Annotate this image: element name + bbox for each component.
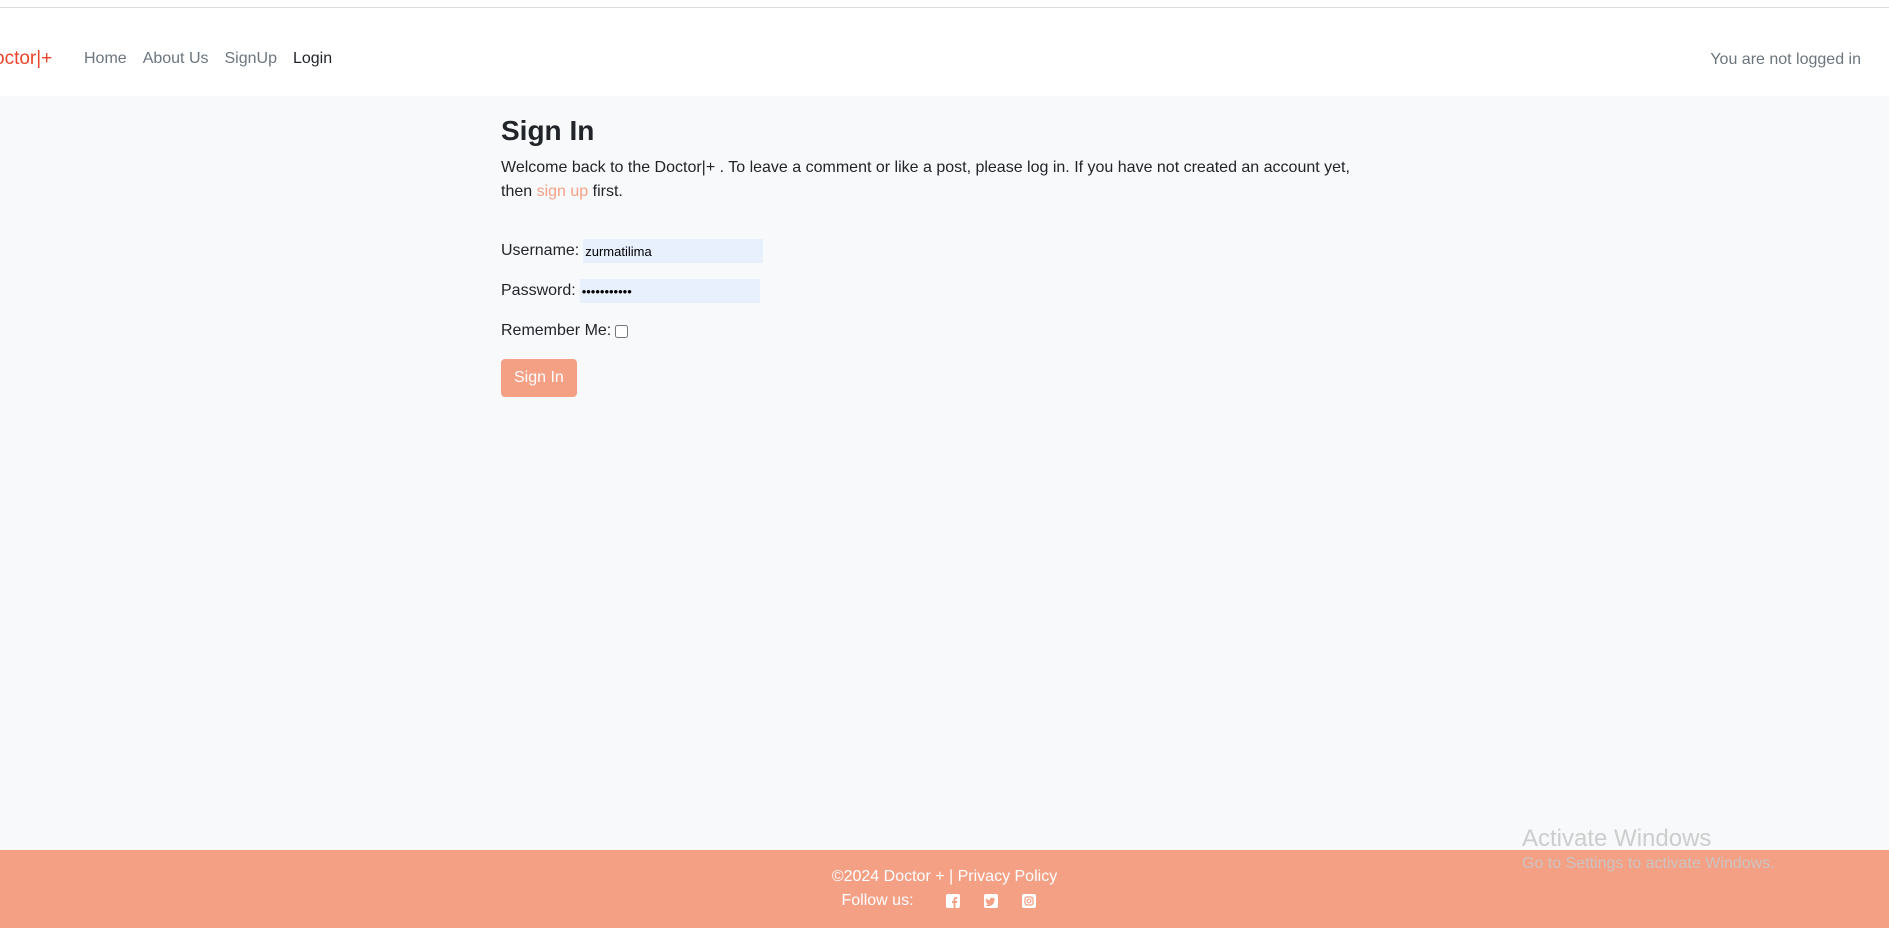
twitter-icon[interactable] [983, 894, 998, 908]
username-label: Username: [501, 242, 580, 259]
nav-link-home[interactable]: Home [84, 50, 127, 68]
copyright-text: ©2024 Doctor + | [831, 868, 958, 885]
watermark-subtitle: Go to Settings to activate Windows. [1522, 855, 1775, 872]
watermark-title: Activate Windows [1522, 825, 1712, 852]
page-title: Sign In [501, 115, 595, 146]
remember-me-label: Remember Me: [501, 322, 612, 339]
password-row: Password: [501, 279, 1381, 303]
intro-text: Welcome back to the Doctor|+ . To leave … [501, 156, 1361, 204]
password-input[interactable] [579, 279, 760, 303]
nav-link-login[interactable]: Login [293, 50, 332, 68]
brand-logo-link[interactable]: octor|+ [0, 48, 52, 70]
privacy-policy-link[interactable]: Privacy Policy [958, 868, 1058, 885]
username-row: Username: [501, 239, 1381, 263]
instagram-icon[interactable] [1021, 894, 1036, 908]
sign-up-link[interactable]: sign up [537, 183, 589, 200]
login-status-text: You are not logged in [1710, 51, 1861, 68]
activate-windows-watermark: Activate Windows Go to Settings to activ… [1522, 824, 1775, 874]
nav-link-about-us[interactable]: About Us [143, 50, 209, 68]
top-border [0, 0, 1889, 8]
facebook-icon[interactable] [945, 894, 960, 908]
footer-social-line: Follow us: [0, 892, 1889, 910]
remember-me-row: Remember Me: [501, 319, 1381, 343]
nav-links: Home About Us SignUp Login [84, 50, 332, 68]
navbar: octor|+ Home About Us SignUp Login You a… [0, 8, 1889, 96]
follow-us-label: Follow us: [841, 892, 914, 909]
remember-me-checkbox[interactable] [615, 324, 629, 338]
username-input[interactable] [583, 239, 764, 263]
password-label: Password: [501, 282, 576, 299]
main-content: Sign In Welcome back to the Doctor|+ . T… [501, 112, 1381, 397]
nav-link-signup[interactable]: SignUp [225, 50, 277, 68]
intro-text-after: first. [588, 183, 623, 200]
sign-in-button[interactable]: Sign In [501, 359, 577, 397]
intro-text-before: Welcome back to the Doctor|+ . To leave … [501, 159, 1350, 200]
login-form: Username: Password: Remember Me: Sign In [501, 239, 1381, 397]
